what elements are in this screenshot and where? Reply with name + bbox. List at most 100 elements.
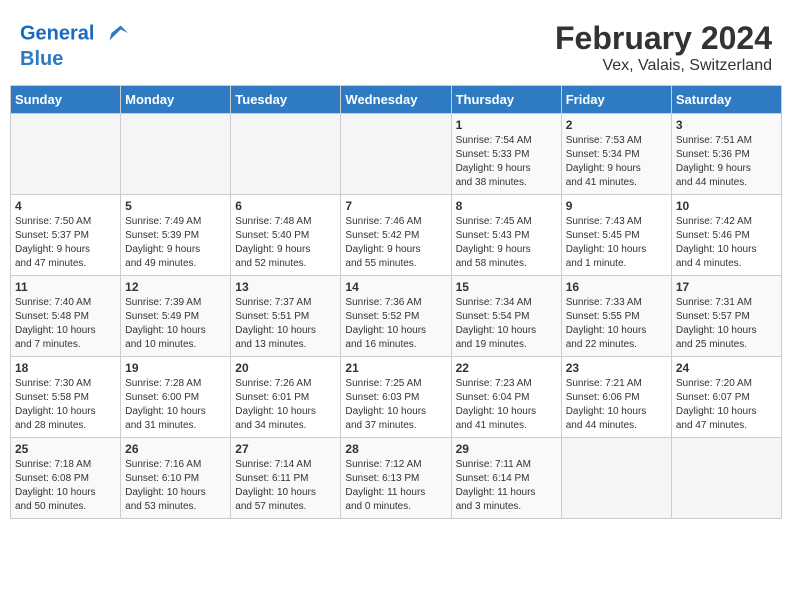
day-number: 18 xyxy=(15,361,116,375)
day-number: 21 xyxy=(345,361,446,375)
day-info: Sunrise: 7:51 AMSunset: 5:36 PMDaylight … xyxy=(676,134,777,190)
calendar-body: 1 Sunrise: 7:54 AMSunset: 5:33 PMDaylight… xyxy=(11,114,782,519)
day-number: 11 xyxy=(15,280,116,294)
day-number: 8 xyxy=(456,199,557,213)
calendar-cell: 18 Sunrise: 7:30 AMSunset: 5:58 PMDayligh… xyxy=(11,357,121,438)
day-info: Sunrise: 7:23 AMSunset: 6:04 PMDaylight … xyxy=(456,377,557,433)
day-info: Sunrise: 7:49 AMSunset: 5:39 PMDaylight … xyxy=(125,215,226,271)
day-info: Sunrise: 7:36 AMSunset: 5:52 PMDaylight … xyxy=(345,296,446,352)
day-number: 16 xyxy=(566,280,667,294)
calendar-cell xyxy=(341,114,451,195)
day-number: 20 xyxy=(235,361,336,375)
calendar-cell: 28 Sunrise: 7:12 AMSunset: 6:13 PMDayligh… xyxy=(341,438,451,519)
day-info: Sunrise: 7:16 AMSunset: 6:10 PMDaylight … xyxy=(125,458,226,514)
day-info: Sunrise: 7:42 AMSunset: 5:46 PMDaylight … xyxy=(676,215,777,271)
weekday-header-friday: Friday xyxy=(561,86,671,114)
day-number: 29 xyxy=(456,442,557,456)
calendar-cell: 11Sunrise: 7:40 AMSunset: 5:48 PMDayligh… xyxy=(11,276,121,357)
day-info: Sunrise: 7:26 AMSunset: 6:01 PMDaylight … xyxy=(235,377,336,433)
weekday-header-sunday: Sunday xyxy=(11,86,121,114)
calendar-cell xyxy=(671,438,781,519)
day-info: Sunrise: 7:53 AMSunset: 5:34 PMDaylight … xyxy=(566,134,667,190)
day-number: 12 xyxy=(125,280,226,294)
day-number: 6 xyxy=(235,199,336,213)
calendar-cell: 12Sunrise: 7:39 AMSunset: 5:49 PMDayligh… xyxy=(121,276,231,357)
day-number: 1 xyxy=(456,118,557,132)
day-info: Sunrise: 7:45 AMSunset: 5:43 PMDaylight … xyxy=(456,215,557,271)
day-info: Sunrise: 7:33 AMSunset: 5:55 PMDaylight … xyxy=(566,296,667,352)
logo-general: General xyxy=(20,22,94,44)
logo-bird-icon xyxy=(102,20,130,48)
calendar-cell: 9 Sunrise: 7:43 AMSunset: 5:45 PMDaylight… xyxy=(561,195,671,276)
calendar-cell: 16 Sunrise: 7:33 AMSunset: 5:55 PMDayligh… xyxy=(561,276,671,357)
calendar-cell xyxy=(561,438,671,519)
calendar-week-row: 18 Sunrise: 7:30 AMSunset: 5:58 PMDayligh… xyxy=(11,357,782,438)
calendar-cell: 1 Sunrise: 7:54 AMSunset: 5:33 PMDaylight… xyxy=(451,114,561,195)
day-number: 2 xyxy=(566,118,667,132)
day-info: Sunrise: 7:12 AMSunset: 6:13 PMDaylight … xyxy=(345,458,446,514)
weekday-header-tuesday: Tuesday xyxy=(231,86,341,114)
day-number: 13 xyxy=(235,280,336,294)
day-info: Sunrise: 7:31 AMSunset: 5:57 PMDaylight … xyxy=(676,296,777,352)
day-number: 25 xyxy=(15,442,116,456)
day-number: 7 xyxy=(345,199,446,213)
day-number: 28 xyxy=(345,442,446,456)
day-number: 19 xyxy=(125,361,226,375)
calendar-cell: 23Sunrise: 7:21 AMSunset: 6:06 PMDayligh… xyxy=(561,357,671,438)
calendar-cell: 25 Sunrise: 7:18 AMSunset: 6:08 PMDayligh… xyxy=(11,438,121,519)
calendar-cell xyxy=(121,114,231,195)
day-info: Sunrise: 7:11 AMSunset: 6:14 PMDaylight … xyxy=(456,458,557,514)
day-info: Sunrise: 7:34 AMSunset: 5:54 PMDaylight … xyxy=(456,296,557,352)
day-info: Sunrise: 7:20 AMSunset: 6:07 PMDaylight … xyxy=(676,377,777,433)
weekday-header-saturday: Saturday xyxy=(671,86,781,114)
calendar-week-row: 1 Sunrise: 7:54 AMSunset: 5:33 PMDaylight… xyxy=(11,114,782,195)
day-info: Sunrise: 7:30 AMSunset: 5:58 PMDaylight … xyxy=(15,377,116,433)
logo-blue: Blue xyxy=(20,48,130,70)
logo: General Blue xyxy=(20,20,130,70)
calendar-cell: 17 Sunrise: 7:31 AMSunset: 5:57 PMDayligh… xyxy=(671,276,781,357)
day-info: Sunrise: 7:48 AMSunset: 5:40 PMDaylight … xyxy=(235,215,336,271)
calendar-cell xyxy=(11,114,121,195)
calendar-cell: 13 Sunrise: 7:37 AMSunset: 5:51 PMDayligh… xyxy=(231,276,341,357)
calendar-cell: 6 Sunrise: 7:48 AMSunset: 5:40 PMDaylight… xyxy=(231,195,341,276)
day-number: 15 xyxy=(456,280,557,294)
calendar-cell: 5 Sunrise: 7:49 AMSunset: 5:39 PMDaylight… xyxy=(121,195,231,276)
calendar-cell: 21 Sunrise: 7:25 AMSunset: 6:03 PMDayligh… xyxy=(341,357,451,438)
weekday-header-row: SundayMondayTuesdayWednesdayThursdayFrid… xyxy=(11,86,782,114)
calendar-cell: 22 Sunrise: 7:23 AMSunset: 6:04 PMDayligh… xyxy=(451,357,561,438)
day-number: 24 xyxy=(676,361,777,375)
calendar-week-row: 25 Sunrise: 7:18 AMSunset: 6:08 PMDayligh… xyxy=(11,438,782,519)
calendar-header: SundayMondayTuesdayWednesdayThursdayFrid… xyxy=(11,86,782,114)
day-number: 22 xyxy=(456,361,557,375)
calendar-week-row: 4 Sunrise: 7:50 AMSunset: 5:37 PMDaylight… xyxy=(11,195,782,276)
day-info: Sunrise: 7:14 AMSunset: 6:11 PMDaylight … xyxy=(235,458,336,514)
day-number: 23 xyxy=(566,361,667,375)
calendar-subtitle: Vex, Valais, Switzerland xyxy=(555,57,772,75)
calendar-cell: 4 Sunrise: 7:50 AMSunset: 5:37 PMDaylight… xyxy=(11,195,121,276)
day-info: Sunrise: 7:37 AMSunset: 5:51 PMDaylight … xyxy=(235,296,336,352)
day-info: Sunrise: 7:50 AMSunset: 5:37 PMDaylight … xyxy=(15,215,116,271)
day-info: Sunrise: 7:46 AMSunset: 5:42 PMDaylight … xyxy=(345,215,446,271)
day-info: Sunrise: 7:43 AMSunset: 5:45 PMDaylight … xyxy=(566,215,667,271)
calendar-cell: 24 Sunrise: 7:20 AMSunset: 6:07 PMDayligh… xyxy=(671,357,781,438)
calendar-cell: 2 Sunrise: 7:53 AMSunset: 5:34 PMDaylight… xyxy=(561,114,671,195)
day-number: 10 xyxy=(676,199,777,213)
weekday-header-wednesday: Wednesday xyxy=(341,86,451,114)
calendar-cell: 7 Sunrise: 7:46 AMSunset: 5:42 PMDaylight… xyxy=(341,195,451,276)
day-info: Sunrise: 7:54 AMSunset: 5:33 PMDaylight … xyxy=(456,134,557,190)
calendar-cell: 10 Sunrise: 7:42 AMSunset: 5:46 PMDayligh… xyxy=(671,195,781,276)
calendar-cell: 29 Sunrise: 7:11 AMSunset: 6:14 PMDayligh… xyxy=(451,438,561,519)
calendar-week-row: 11Sunrise: 7:40 AMSunset: 5:48 PMDayligh… xyxy=(11,276,782,357)
day-number: 17 xyxy=(676,280,777,294)
day-number: 26 xyxy=(125,442,226,456)
day-number: 5 xyxy=(125,199,226,213)
day-info: Sunrise: 7:25 AMSunset: 6:03 PMDaylight … xyxy=(345,377,446,433)
calendar-cell: 3 Sunrise: 7:51 AMSunset: 5:36 PMDaylight… xyxy=(671,114,781,195)
day-number: 4 xyxy=(15,199,116,213)
day-info: Sunrise: 7:28 AMSunset: 6:00 PMDaylight … xyxy=(125,377,226,433)
day-number: 9 xyxy=(566,199,667,213)
day-number: 3 xyxy=(676,118,777,132)
page-header: General Blue February 2024 Vex, Valais, … xyxy=(10,10,782,80)
calendar-table: SundayMondayTuesdayWednesdayThursdayFrid… xyxy=(10,85,782,519)
day-info: Sunrise: 7:18 AMSunset: 6:08 PMDaylight … xyxy=(15,458,116,514)
